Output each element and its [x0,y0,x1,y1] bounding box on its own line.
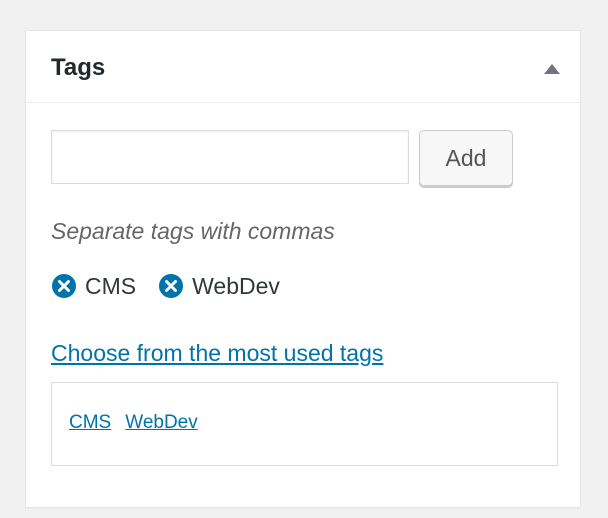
tag-cloud: CMS WebDev [51,382,558,466]
tag-input[interactable] [51,130,409,184]
tag-cloud-links: CMS WebDev [69,411,198,435]
tag-cloud-link-cms[interactable]: CMS [69,411,111,435]
remove-circle-x-icon[interactable] [158,273,184,299]
tags-panel: Tags Add Separate tags with commas CMS W… [25,30,581,508]
tag-item: WebDev [158,271,280,301]
tag-label: CMS [85,273,137,299]
tag-list: CMS WebDev [51,271,280,301]
tag-label: WebDev [192,273,280,299]
toggle-panel-button[interactable] [538,55,566,83]
tag-item: CMS [51,271,136,301]
panel-title: Tags [51,54,106,81]
remove-circle-x-icon[interactable] [51,273,77,299]
triangle-up-icon [544,64,560,74]
panel-header: Tags [26,31,580,103]
most-used-tags-link[interactable]: Choose from the most used tags [51,338,383,368]
hint-text: Separate tags with commas [51,218,335,244]
add-tag-button[interactable]: Add [419,130,513,186]
tag-cloud-link-webdev[interactable]: WebDev [125,411,198,435]
